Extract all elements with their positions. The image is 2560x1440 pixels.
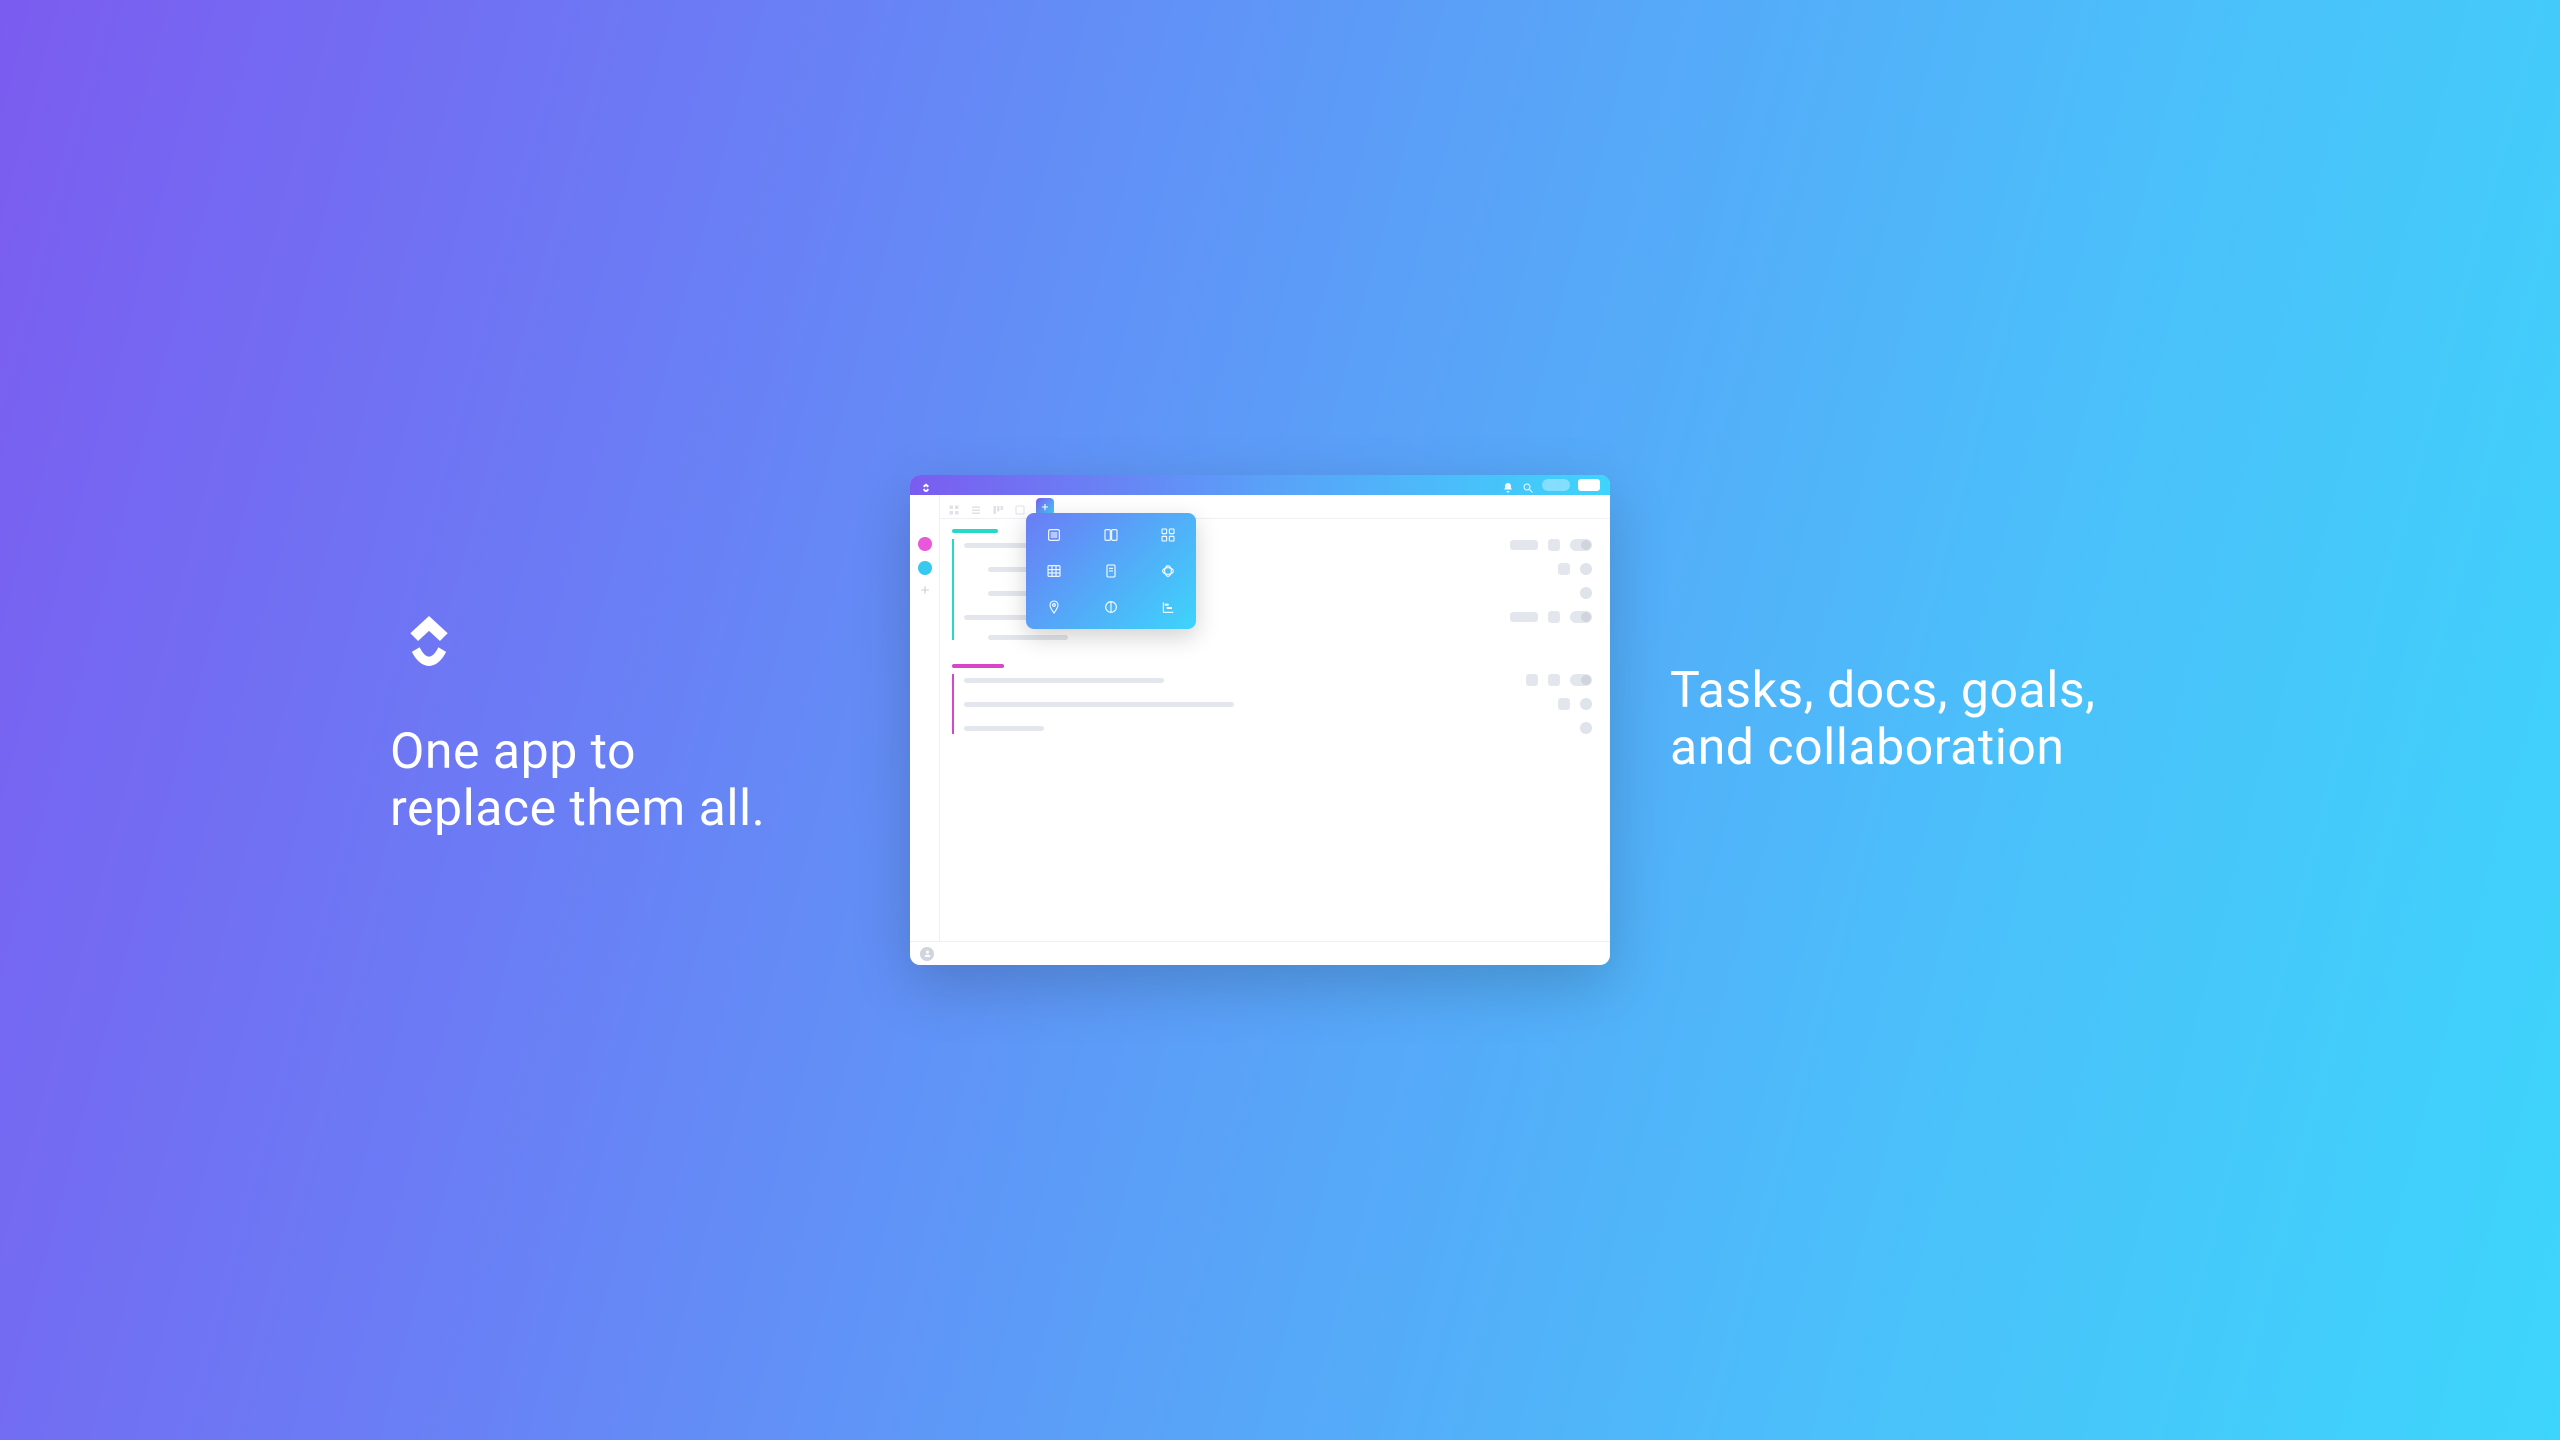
- app-footer: [910, 941, 1610, 965]
- left-marketing-copy: One app to replace them all.: [390, 602, 850, 839]
- view-option-gantt-icon[interactable]: [1160, 599, 1176, 615]
- view-option-doc-icon[interactable]: [1103, 563, 1119, 579]
- task-row[interactable]: [964, 698, 1592, 710]
- task-row[interactable]: [964, 635, 1592, 640]
- search-icon[interactable]: [1522, 479, 1534, 491]
- group-accent: [952, 529, 998, 533]
- task-checkbox[interactable]: [1548, 611, 1560, 623]
- task-group-magenta: [952, 664, 1592, 734]
- titlebar-button[interactable]: [1578, 479, 1600, 491]
- titlebar-logo-icon: [920, 479, 932, 491]
- task-checkbox[interactable]: [1558, 698, 1570, 710]
- right-marketing-copy: Tasks, docs, goals, and collaboration: [1670, 663, 2170, 778]
- space-avatar-pink[interactable]: [918, 537, 932, 551]
- sidebar-rail: [910, 495, 940, 941]
- task-row[interactable]: [964, 674, 1592, 686]
- tab-icon-list[interactable]: [970, 501, 982, 513]
- task-avatar[interactable]: [1580, 698, 1592, 710]
- tab-icon-board[interactable]: [992, 501, 1004, 513]
- task-checkbox[interactable]: [1548, 539, 1560, 551]
- clickup-logo: [390, 602, 850, 684]
- app-window: +: [910, 475, 1610, 965]
- task-tag: [1510, 540, 1538, 550]
- bell-icon[interactable]: [1502, 479, 1514, 491]
- view-option-board-icon[interactable]: [1103, 527, 1119, 543]
- task-checkbox[interactable]: [1548, 674, 1560, 686]
- tab-icon-grid[interactable]: [948, 501, 960, 513]
- left-tagline-line2: replace them all.: [390, 781, 850, 839]
- view-picker-popup: [1026, 513, 1196, 629]
- app-titlebar: [910, 475, 1610, 495]
- task-toggle[interactable]: [1570, 539, 1592, 551]
- view-option-table-icon[interactable]: [1046, 563, 1062, 579]
- view-option-map-icon[interactable]: [1046, 599, 1062, 615]
- tab-icon-box[interactable]: [1014, 501, 1026, 513]
- task-row[interactable]: [964, 722, 1592, 734]
- space-avatar-cyan[interactable]: [918, 561, 932, 575]
- task-avatar[interactable]: [1580, 563, 1592, 575]
- right-tagline-line1: Tasks, docs, goals,: [1670, 663, 2170, 721]
- task-checkbox[interactable]: [1526, 674, 1538, 686]
- view-option-list-icon[interactable]: [1046, 527, 1062, 543]
- user-avatar-icon[interactable]: [920, 947, 934, 961]
- task-avatar[interactable]: [1580, 587, 1592, 599]
- view-option-embed-icon[interactable]: [1160, 563, 1176, 579]
- task-toggle[interactable]: [1570, 611, 1592, 623]
- view-option-box-icon[interactable]: [1160, 527, 1176, 543]
- right-tagline-line2: and collaboration: [1670, 720, 2170, 778]
- group-accent: [952, 664, 1004, 668]
- task-toggle[interactable]: [1570, 674, 1592, 686]
- add-space-button[interactable]: [920, 585, 930, 595]
- task-avatar[interactable]: [1580, 722, 1592, 734]
- view-option-activity-icon[interactable]: [1103, 599, 1119, 615]
- titlebar-pill[interactable]: [1542, 479, 1570, 491]
- task-checkbox[interactable]: [1558, 563, 1570, 575]
- task-tag: [1510, 612, 1538, 622]
- left-tagline-line1: One app to: [390, 724, 850, 782]
